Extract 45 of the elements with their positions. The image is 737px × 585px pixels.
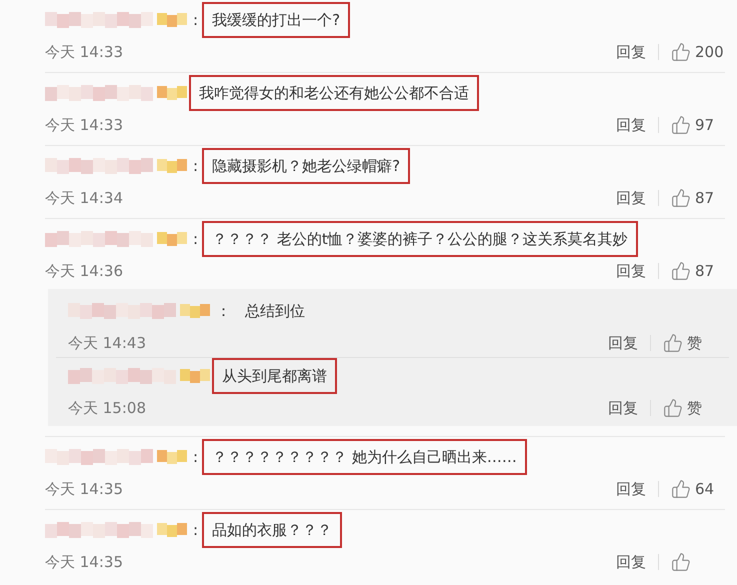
timestamp: 今天 14:34: [45, 188, 123, 209]
thumbs-up-icon[interactable]: [671, 261, 691, 281]
comment-text: ？？？？ 老公的t恤？婆婆的裤子？公公的腿？这关系莫名其妙: [202, 220, 638, 258]
reply-button[interactable]: 回复: [616, 186, 646, 210]
comment-text: 从头到尾都离谱: [212, 358, 337, 394]
timestamp: 今天 14:33: [45, 42, 123, 63]
colon: :: [192, 446, 200, 468]
like-count: 赞: [687, 398, 703, 419]
thumbs-up-icon[interactable]: [671, 188, 691, 208]
timestamp: 今天 14:33: [45, 114, 123, 136]
timestamp: 今天 15:08: [68, 398, 146, 419]
colon: ：: [215, 300, 232, 322]
colon: :: [192, 10, 200, 31]
thumbs-up-icon[interactable]: [671, 115, 691, 135]
like-count: 赞: [687, 332, 703, 354]
like-count: 87: [695, 188, 716, 209]
comment-text: 我缓缓的打出一个?: [202, 2, 350, 38]
comment-text: 品如的衣服？？？: [202, 512, 342, 548]
like-count: 97: [695, 114, 716, 136]
thumbs-up-icon[interactable]: [663, 398, 683, 418]
reply-button[interactable]: 回复: [616, 40, 646, 64]
reply-button[interactable]: 回复: [616, 478, 646, 500]
like-count: 200: [695, 42, 725, 63]
thumbs-up-icon[interactable]: [671, 42, 691, 62]
reply-button[interactable]: 回复: [616, 260, 646, 282]
colon: :: [192, 156, 200, 177]
comment-text: 我咋觉得女的和老公还有她公公都不合适: [189, 74, 479, 112]
timestamp: 今天 14:43: [68, 332, 146, 354]
comment-text: 总结到位: [244, 300, 306, 322]
reply-button[interactable]: 回复: [608, 332, 638, 354]
thumbs-up-icon[interactable]: [663, 333, 683, 353]
reply-button[interactable]: 回复: [616, 550, 646, 574]
like-count: 87: [695, 260, 716, 282]
reply-button[interactable]: 回复: [616, 114, 646, 136]
timestamp: 今天 14:35: [45, 478, 123, 500]
thumbs-up-icon[interactable]: [671, 552, 691, 572]
comment-text: ？？？？？？？？？ 她为什么自己晒出来……: [202, 438, 527, 476]
timestamp: 今天 14:36: [45, 260, 123, 282]
colon: :: [192, 228, 200, 250]
comment-text: 隐藏摄影机？她老公绿帽癖?: [202, 148, 410, 184]
thumbs-up-icon[interactable]: [671, 479, 691, 499]
timestamp: 今天 14:35: [45, 552, 123, 573]
colon: :: [192, 520, 200, 541]
like-count: 64: [695, 478, 716, 500]
reply-button[interactable]: 回复: [608, 396, 638, 420]
